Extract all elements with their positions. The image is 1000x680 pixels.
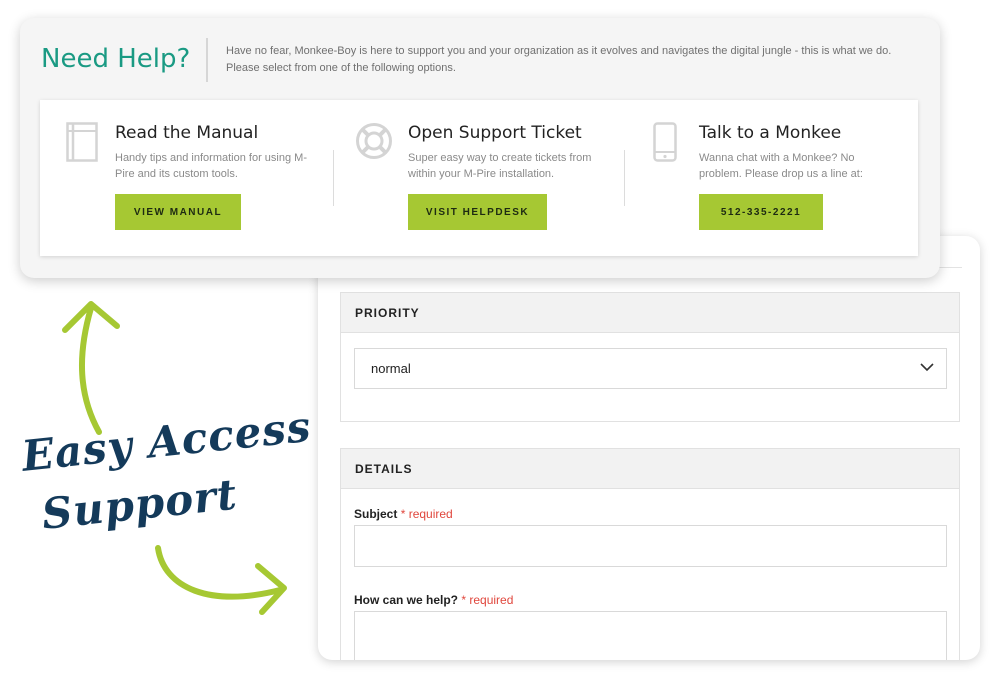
- subject-required-marker: * required: [400, 507, 453, 521]
- header-divider: [206, 38, 208, 82]
- option-manual: Read the Manual Handy tips and informati…: [40, 100, 332, 256]
- phone-icon: [653, 122, 677, 162]
- option-phone-description: Wanna chat with a Monkee? No problem. Pl…: [699, 152, 863, 180]
- book-icon: [66, 122, 98, 162]
- help-title: Need Help?: [41, 44, 191, 74]
- arrow-up-icon: [62, 301, 120, 435]
- details-heading: DETAILS: [341, 449, 959, 489]
- need-help-card: Need Help? Have no fear, Monkee-Boy is h…: [20, 18, 940, 278]
- support-options-panel: Read the Manual Handy tips and informati…: [40, 100, 918, 256]
- priority-heading: PRIORITY: [341, 293, 959, 333]
- help-label: How can we help? * required: [354, 593, 513, 607]
- phone-number-button[interactable]: 512-335-2221: [699, 194, 823, 230]
- option-ticket: Open Support Ticket Super easy way to cr…: [333, 100, 625, 256]
- callout-line-2: Support: [39, 469, 240, 539]
- option-ticket-title: Open Support Ticket: [408, 123, 582, 143]
- help-textarea[interactable]: [354, 611, 947, 660]
- visit-helpdesk-button[interactable]: VISIT HELPDESK: [408, 194, 547, 230]
- lifebuoy-icon: [356, 123, 392, 159]
- details-section: DETAILS Subject * required How can we he…: [340, 448, 960, 660]
- view-manual-button[interactable]: VIEW MANUAL: [115, 194, 241, 230]
- arrow-right-icon: [155, 545, 287, 615]
- help-required-marker: * required: [461, 593, 514, 607]
- option-phone-title: Talk to a Monkee: [699, 123, 842, 143]
- subject-label: Subject * required: [354, 507, 453, 521]
- option-ticket-description: Super easy way to create tickets from wi…: [408, 152, 592, 180]
- priority-select[interactable]: normal: [354, 348, 947, 389]
- help-intro-text: Have no fear, Monkee-Boy is here to supp…: [226, 45, 892, 74]
- subject-label-text: Subject: [354, 507, 398, 521]
- option-manual-title: Read the Manual: [115, 123, 259, 143]
- option-manual-description: Handy tips and information for using M-P…: [115, 152, 307, 180]
- help-label-text: How can we help?: [354, 593, 459, 607]
- chevron-down-icon: [920, 363, 934, 372]
- subject-input[interactable]: [354, 525, 947, 567]
- ticket-form-card: PRIORITY normal DETAILS Subject * requir…: [318, 236, 980, 660]
- priority-section: PRIORITY normal: [340, 292, 960, 422]
- option-phone: Talk to a Monkee Wanna chat with a Monke…: [624, 100, 916, 256]
- priority-selected-value: normal: [371, 361, 411, 376]
